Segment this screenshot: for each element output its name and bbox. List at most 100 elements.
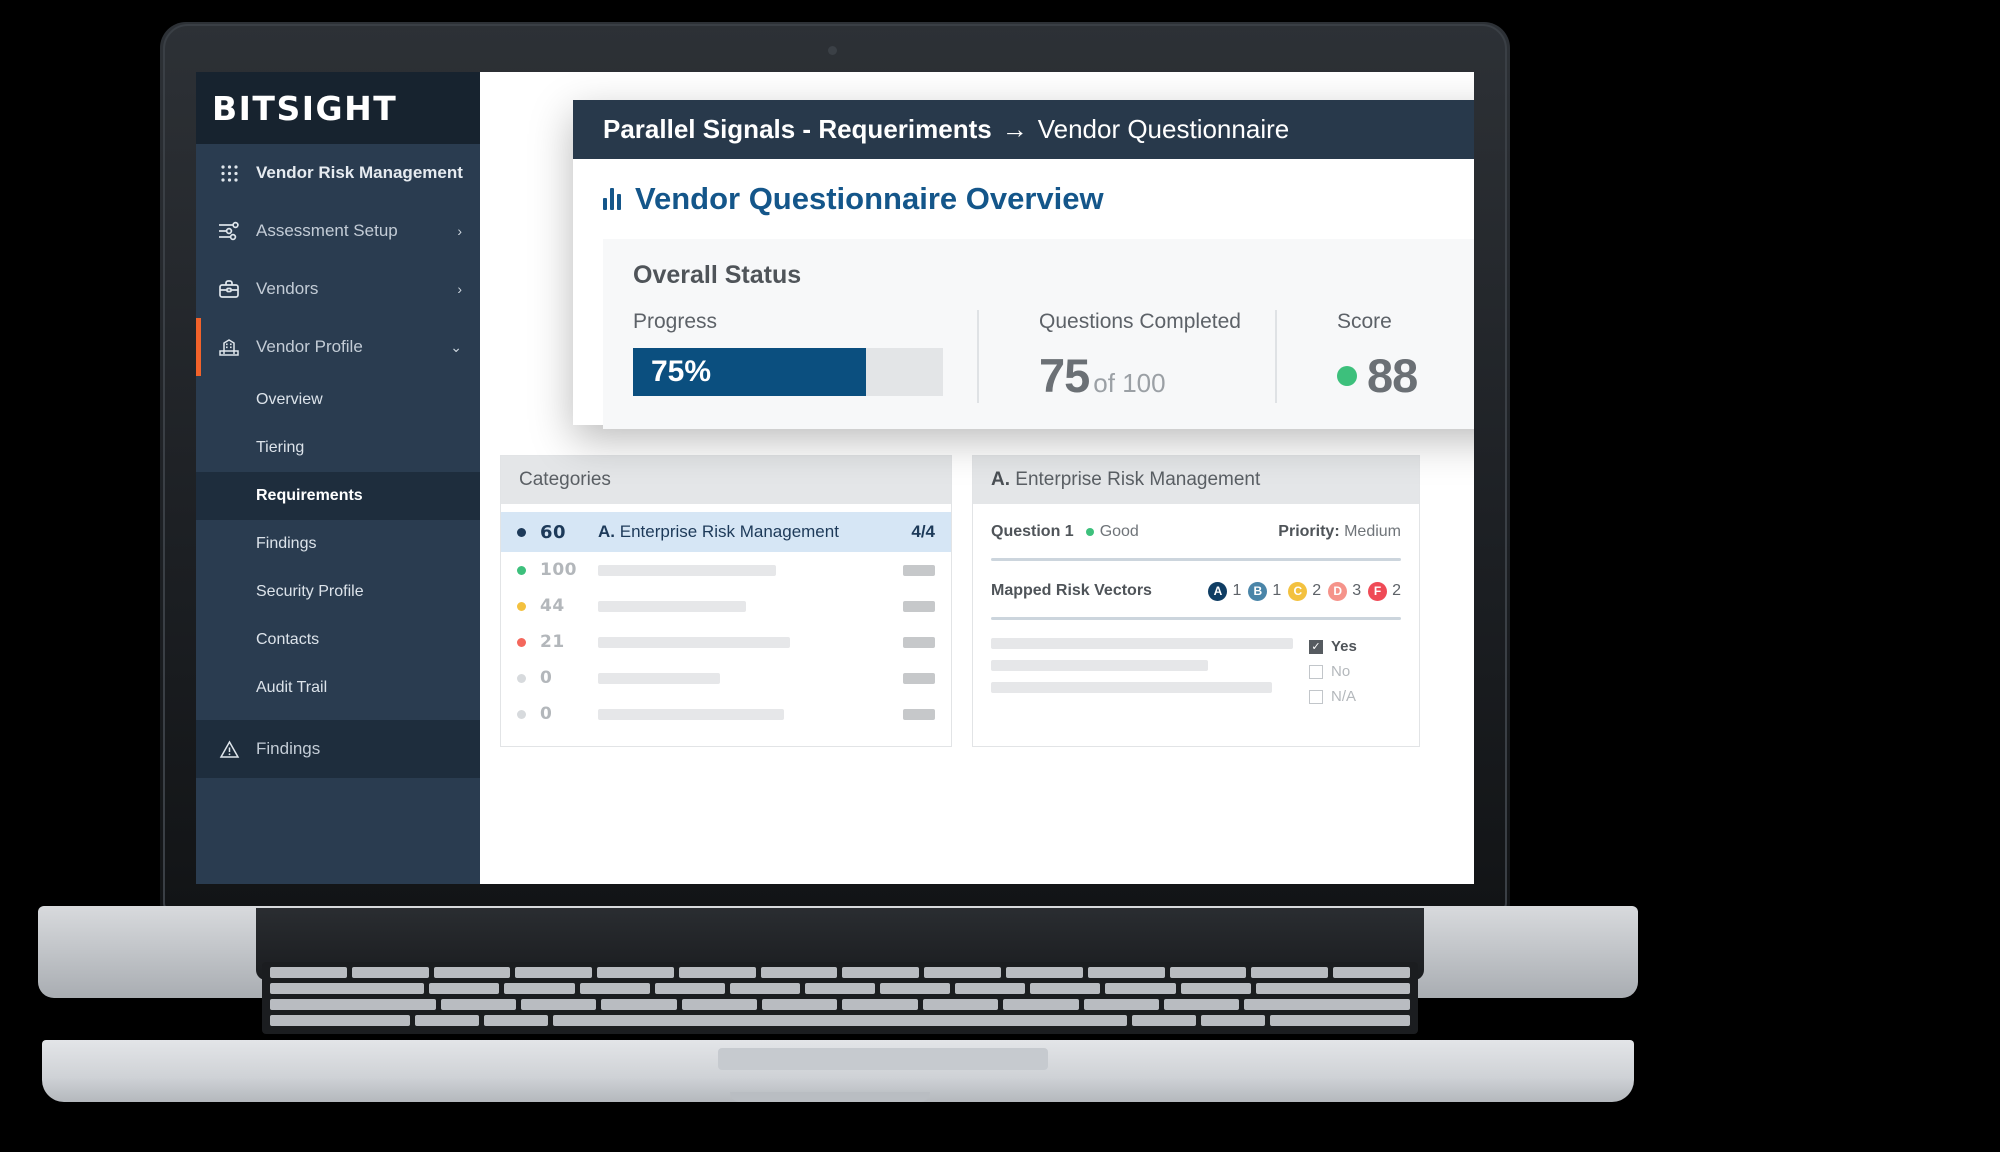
sidebar-item-contacts[interactable]: Contacts bbox=[196, 616, 480, 664]
divider bbox=[991, 617, 1401, 620]
categories-list: 60 A. Enterprise Risk Management 4/4 100 bbox=[501, 504, 951, 746]
sidebar-subitem-label: Findings bbox=[256, 535, 317, 552]
detail-panel-body: Question 1 Good Priority: Medium Mapped … bbox=[973, 504, 1419, 725]
questions-completed-stat: Questions Completed 75 of 100 bbox=[977, 310, 1275, 403]
placeholder-bar bbox=[897, 564, 935, 576]
question-row: Question 1 Good Priority: Medium bbox=[973, 512, 1419, 552]
table-row[interactable]: 100 bbox=[501, 552, 951, 588]
sidebar-item-findings-bottom[interactable]: Findings bbox=[196, 720, 480, 778]
table-row[interactable]: 44 bbox=[501, 588, 951, 624]
answer-choice-no[interactable]: No bbox=[1309, 661, 1401, 682]
sidebar-item-vendor-profile[interactable]: Vendor Profile ⌄ bbox=[196, 318, 480, 376]
grade-badge-icon: A bbox=[1208, 581, 1228, 601]
categories-title: Categories bbox=[519, 469, 611, 490]
category-score: 0 bbox=[540, 668, 553, 688]
placeholder-bar bbox=[598, 672, 897, 684]
main-content: Parallel Signals - Requeriments → Vendor… bbox=[480, 72, 1474, 884]
answer-choices: ✓ Yes No N/A bbox=[1309, 634, 1401, 711]
risk-vector-count: 2 bbox=[1312, 582, 1322, 599]
keyboard bbox=[262, 962, 1418, 1034]
bar-chart-icon bbox=[603, 188, 621, 210]
progress-value: 75% bbox=[651, 355, 712, 388]
risk-vector-d: D 3 bbox=[1328, 581, 1362, 601]
category-score: 100 bbox=[540, 560, 577, 580]
risk-vector-count: 1 bbox=[1232, 582, 1242, 599]
placeholder-bar bbox=[897, 708, 935, 720]
placeholder-bar bbox=[897, 672, 935, 684]
detail-title-prefix: A. bbox=[991, 469, 1010, 490]
risk-vector-count: 1 bbox=[1272, 582, 1282, 599]
mapped-risk-vectors-row: Mapped Risk Vectors A 1 B 1 C 2 D 3 F 2 bbox=[973, 571, 1419, 611]
breadcrumb-current: Parallel Signals - Requeriments bbox=[603, 114, 992, 144]
webcam-icon bbox=[828, 46, 837, 55]
answer-choice-label: N/A bbox=[1331, 688, 1357, 705]
answer-area: ✓ Yes No N/A bbox=[973, 630, 1419, 711]
breadcrumb-target: Vendor Questionnaire bbox=[1037, 114, 1290, 144]
sidebar-item-security-profile[interactable]: Security Profile bbox=[196, 568, 480, 616]
answer-choice-na[interactable]: N/A bbox=[1309, 686, 1401, 707]
checkbox-icon[interactable] bbox=[1309, 664, 1323, 679]
sidebar-item-audit-trail[interactable]: Audit Trail bbox=[196, 664, 480, 712]
overall-status-card: Overall Status Progress 75% Questions Co… bbox=[603, 239, 1474, 429]
status-dot-icon bbox=[517, 527, 526, 537]
risk-vector-count: 3 bbox=[1352, 582, 1362, 599]
status-dot-icon bbox=[517, 601, 526, 611]
sidebar-item-assessment-setup[interactable]: Assessment Setup › bbox=[196, 202, 480, 260]
status-dot-icon bbox=[517, 637, 526, 647]
checkbox-checked-icon[interactable]: ✓ bbox=[1309, 639, 1323, 654]
question-label: Question 1 bbox=[991, 523, 1074, 540]
answer-choice-label: No bbox=[1331, 663, 1351, 680]
category-score: 0 bbox=[540, 704, 553, 724]
status-dot-icon bbox=[517, 709, 526, 719]
sidebar-item-overview[interactable]: Overview bbox=[196, 376, 480, 424]
sidebar-subitem-label: Contacts bbox=[256, 631, 320, 648]
table-row[interactable]: 21 bbox=[501, 624, 951, 660]
risk-vector-c: C 2 bbox=[1288, 581, 1322, 601]
progress-label: Progress bbox=[633, 310, 718, 333]
overall-status-title: Overall Status bbox=[633, 261, 802, 289]
chevron-right-icon: › bbox=[457, 223, 462, 239]
mapped-risk-vectors-label: Mapped Risk Vectors bbox=[991, 582, 1152, 599]
table-row[interactable]: 60 A. Enterprise Risk Management 4/4 bbox=[501, 512, 951, 552]
placeholder-bar bbox=[598, 600, 897, 612]
answer-choice-yes[interactable]: ✓ Yes bbox=[1309, 636, 1401, 657]
risk-vector-b: B 1 bbox=[1248, 581, 1282, 601]
application-window: BITSIGHT Vendor Risk Management Assessme… bbox=[196, 72, 1474, 884]
trackpad[interactable] bbox=[718, 1048, 1048, 1070]
risk-vector-f: F 2 bbox=[1368, 581, 1401, 601]
chevron-down-icon: ⌄ bbox=[450, 339, 462, 355]
status-dot-icon bbox=[517, 565, 526, 575]
briefcase-icon bbox=[214, 279, 244, 299]
category-score: 44 bbox=[540, 596, 565, 616]
bitsight-logo: BITSIGHT bbox=[212, 88, 398, 128]
checkbox-icon[interactable] bbox=[1309, 689, 1323, 704]
sidebar-item-findings[interactable]: Findings bbox=[196, 520, 480, 568]
score-stat: Score 88 bbox=[1274, 310, 1451, 403]
sidebar-item-vendor-risk-management[interactable]: Vendor Risk Management bbox=[196, 144, 480, 202]
sidebar-subitem-label: Audit Trail bbox=[256, 679, 328, 696]
table-row[interactable]: 0 bbox=[501, 696, 951, 732]
questions-completed-label: Questions Completed bbox=[1039, 310, 1241, 333]
category-score: 21 bbox=[540, 632, 565, 652]
table-row[interactable]: 0 bbox=[501, 660, 951, 696]
sidebar-item-label: Findings bbox=[256, 739, 321, 758]
sidebar-item-label: Assessment Setup bbox=[256, 221, 398, 240]
score-label: Score bbox=[1336, 310, 1392, 333]
sidebar-item-requirements[interactable]: Requirements bbox=[196, 472, 480, 520]
placeholder-bar bbox=[598, 636, 897, 648]
sidebar-item-label: Vendor Risk Management bbox=[256, 163, 463, 182]
sidebar-item-label: Vendor Profile bbox=[256, 337, 363, 356]
building-icon bbox=[214, 337, 244, 357]
page-title: Vendor Questionnaire Overview bbox=[635, 181, 1104, 216]
placeholder-bar bbox=[897, 636, 935, 648]
sliders-icon bbox=[214, 221, 244, 241]
sidebar-item-tiering[interactable]: Tiering bbox=[196, 424, 480, 472]
sidebar-item-vendors[interactable]: Vendors › bbox=[196, 260, 480, 318]
arrow-right-icon: → bbox=[1001, 114, 1028, 144]
risk-vector-a: A 1 bbox=[1208, 581, 1242, 601]
modal-header: Parallel Signals - Requeriments → Vendor… bbox=[573, 100, 1474, 159]
categories-panel-header: Categories bbox=[501, 456, 951, 504]
sidebar-subitem-label: Requirements bbox=[256, 487, 363, 504]
answer-choice-label: Yes bbox=[1331, 638, 1357, 655]
base-notch bbox=[730, 1092, 930, 1102]
